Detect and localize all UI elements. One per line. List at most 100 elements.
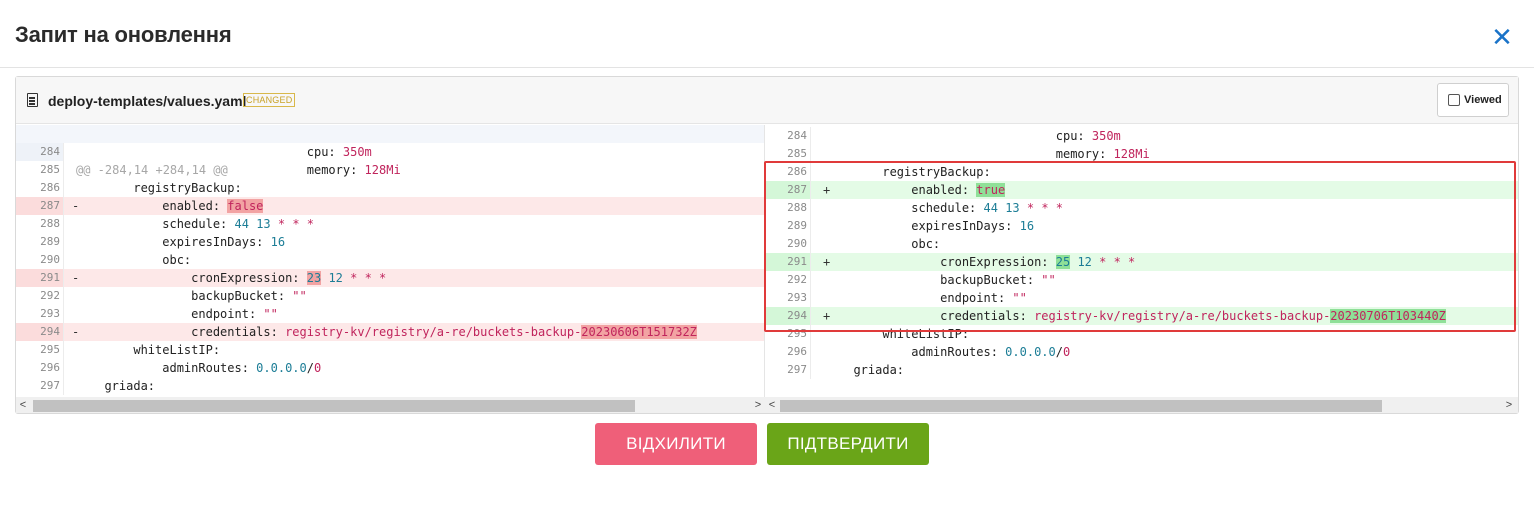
code-token: "" bbox=[1012, 291, 1027, 305]
scroll-right-icon[interactable]: > bbox=[751, 397, 765, 413]
line-number: 294 bbox=[765, 307, 811, 325]
code-token: false bbox=[227, 199, 264, 213]
code-token: cpu: bbox=[839, 129, 1092, 143]
code-token: 16 bbox=[1019, 219, 1035, 233]
code-text: credentials: registry-kv/registry/a-re/b… bbox=[839, 307, 1446, 325]
scrollbar-new[interactable]: < > bbox=[765, 397, 1518, 413]
scroll-thumb-new[interactable] bbox=[780, 400, 1382, 412]
reject-button[interactable]: ВІДХИЛИТИ bbox=[595, 423, 757, 465]
diff-pane-old: @@ -284,14 +284,14 @@ 284 cpu: 350m 285 m… bbox=[16, 125, 765, 397]
code-token: enabled: bbox=[90, 199, 228, 213]
code-text: endpoint: "" bbox=[90, 305, 278, 323]
code-token: "" bbox=[292, 289, 307, 303]
line-number: 288 bbox=[765, 199, 811, 217]
line-number: 286 bbox=[16, 179, 64, 197]
diff-line: 294- credentials: registry-kv/registry/a… bbox=[16, 323, 764, 341]
scroll-right-icon[interactable]: > bbox=[1502, 397, 1516, 413]
code-token: * * * bbox=[350, 271, 387, 285]
hunk-header: @@ -284,14 +284,14 @@ bbox=[16, 125, 764, 177]
line-number: 290 bbox=[765, 235, 811, 253]
code-text: whiteListIP: bbox=[90, 341, 220, 359]
file-diff-card: deploy-templates/values.yaml CHANGED Vie… bbox=[15, 76, 1519, 414]
code-token: * * * bbox=[1099, 255, 1136, 269]
diff-line: 288 schedule: 44 13 * * * bbox=[765, 199, 1518, 217]
code-token: 0 bbox=[1062, 345, 1071, 359]
line-number: 296 bbox=[765, 343, 811, 361]
line-number: 284 bbox=[765, 127, 811, 145]
diff-line: 287 + enabled: true bbox=[765, 181, 1518, 199]
code-token: 128Mi bbox=[364, 163, 401, 177]
code-token: endpoint: bbox=[839, 291, 1013, 305]
diff-marker: + bbox=[823, 309, 831, 323]
code-token: griada: bbox=[839, 363, 905, 377]
code-text: cpu: 350m bbox=[839, 127, 1121, 145]
code-token: 13 bbox=[256, 217, 271, 231]
code-text: cronExpression: 23 12 * * * bbox=[90, 269, 386, 287]
code-token: true bbox=[976, 183, 1006, 197]
code-token: credentials: bbox=[839, 309, 1035, 323]
line-number: 297 bbox=[765, 361, 811, 379]
code-token: registry-kv/registry/a-re/buckets-backup… bbox=[285, 325, 582, 339]
code-token: 0 bbox=[313, 361, 322, 375]
code-text: endpoint: "" bbox=[839, 289, 1027, 307]
scrollbar-old[interactable]: < > bbox=[16, 397, 765, 413]
line-number: 292 bbox=[16, 287, 64, 305]
code-token: 350m bbox=[342, 145, 372, 159]
code-token: 44 bbox=[983, 201, 998, 215]
file-header: deploy-templates/values.yaml CHANGED Vie… bbox=[16, 77, 1518, 124]
line-number: 293 bbox=[765, 289, 811, 307]
code-token: obc: bbox=[839, 237, 941, 251]
code-text: schedule: 44 13 * * * bbox=[90, 215, 314, 233]
code-token: 20230706T103440Z bbox=[1330, 309, 1446, 323]
code-token: whiteListIP: bbox=[90, 343, 221, 357]
diff-line: 285 memory: 128Mi bbox=[16, 161, 764, 179]
diff-line: 291 + cronExpression: 25 12 * * * bbox=[765, 253, 1518, 271]
scroll-left-icon[interactable]: < bbox=[16, 397, 30, 413]
line-number: 291 bbox=[765, 253, 811, 271]
line-number: 293 bbox=[16, 305, 64, 323]
code-text: obc: bbox=[839, 235, 940, 253]
checkbox-icon[interactable] bbox=[1448, 94, 1460, 106]
code-token: * * * bbox=[1026, 201, 1063, 215]
code-text: credentials: registry-kv/registry/a-re/b… bbox=[90, 323, 697, 341]
confirm-button[interactable]: ПІДТВЕРДИТИ bbox=[767, 423, 929, 465]
code-token: credentials: bbox=[90, 325, 286, 339]
diff-line: 284 cpu: 350m bbox=[16, 143, 764, 161]
code-token: endpoint: bbox=[90, 307, 264, 321]
code-text: adminRoutes: 0.0.0.0/0 bbox=[90, 359, 321, 377]
code-token: memory: bbox=[839, 147, 1114, 161]
code-text: memory: 128Mi bbox=[90, 161, 401, 179]
line-number: 287 bbox=[765, 181, 811, 199]
code-text: backupBucket: "" bbox=[839, 271, 1056, 289]
code-token: 13 bbox=[1005, 201, 1020, 215]
code-token: enabled: bbox=[839, 183, 977, 197]
code-token: cronExpression: bbox=[90, 271, 307, 285]
code-text: enabled: false bbox=[90, 197, 264, 215]
code-token: backupBucket: bbox=[839, 273, 1042, 287]
code-text: griada: bbox=[839, 361, 904, 379]
diff-marker: - bbox=[72, 271, 80, 285]
code-text: cpu: 350m bbox=[90, 143, 372, 161]
diff-line: 290 obc: bbox=[765, 235, 1518, 253]
code-token: schedule: bbox=[90, 217, 235, 231]
diff-line: 292 backupBucket: "" bbox=[16, 287, 764, 305]
code-text: whiteListIP: bbox=[839, 325, 969, 343]
code-token: memory: bbox=[90, 163, 365, 177]
code-text: griada: bbox=[90, 377, 155, 395]
diff-line: 293 endpoint: "" bbox=[16, 305, 764, 323]
diff-marker: - bbox=[72, 199, 80, 213]
scroll-left-icon[interactable]: < bbox=[765, 397, 779, 413]
line-number: 285 bbox=[16, 161, 64, 179]
viewed-checkbox[interactable]: Viewed bbox=[1437, 83, 1509, 117]
line-number: 285 bbox=[765, 145, 811, 163]
file-icon bbox=[27, 93, 38, 107]
code-token: "" bbox=[263, 307, 278, 321]
close-icon[interactable]: ✕ bbox=[1490, 24, 1514, 50]
line-number: 290 bbox=[16, 251, 64, 269]
diff-line: 289 expiresInDays: 16 bbox=[765, 217, 1518, 235]
scroll-thumb-old[interactable] bbox=[33, 400, 635, 412]
viewed-label: Viewed bbox=[1464, 94, 1502, 106]
diff-line: 285 memory: 128Mi bbox=[765, 145, 1518, 163]
code-token: 25 bbox=[1055, 255, 1071, 269]
